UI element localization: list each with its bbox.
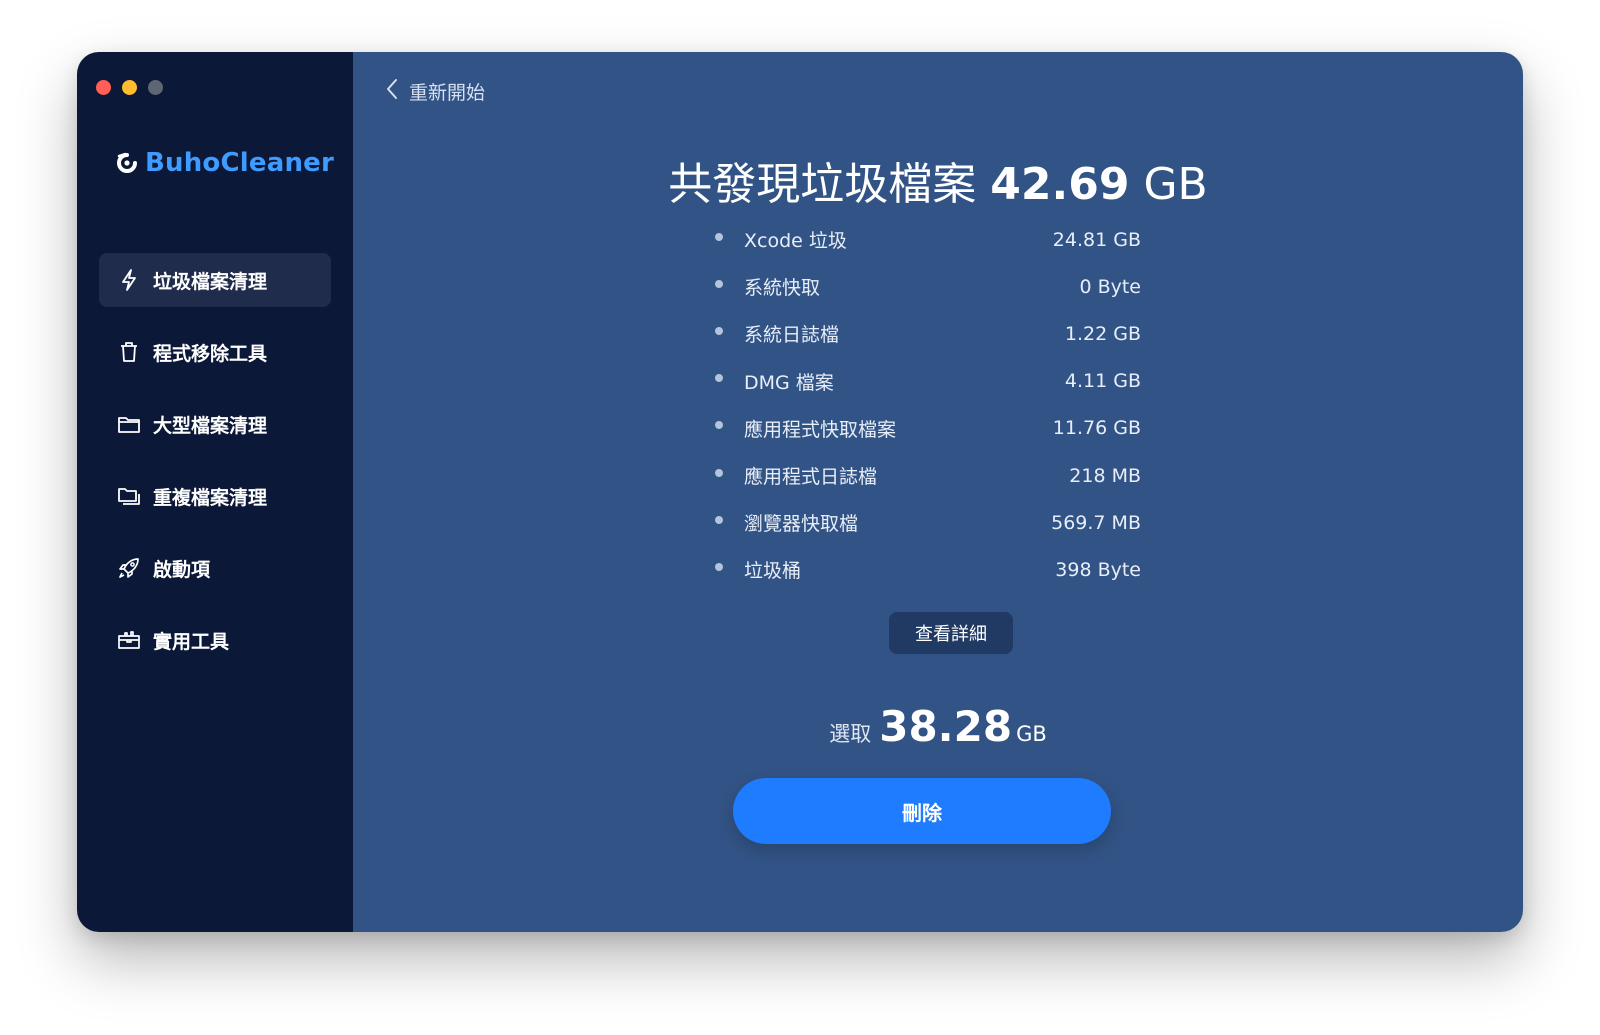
item-size: 569.7 MB [1051, 511, 1141, 534]
list-item[interactable]: 垃圾桶 398 Byte [709, 546, 1141, 593]
delete-button[interactable]: 刪除 [733, 778, 1111, 844]
brand-logo: BuhoCleaner [115, 148, 334, 178]
lightning-icon [117, 268, 141, 292]
sidebar-item-label: 實用工具 [153, 630, 230, 653]
item-label: 系統日誌檔 [744, 324, 840, 347]
sidebar-item-duplicate-files[interactable]: 重複檔案清理 [99, 469, 331, 523]
item-label: 應用程式日誌檔 [744, 466, 878, 489]
item-size: 398 Byte [1055, 558, 1141, 581]
chevron-left-icon [385, 78, 399, 105]
minimize-window-button[interactable] [122, 80, 137, 95]
app-window: BuhoCleaner 垃圾檔案清理 程式移除工具 大型檔案清理 重複檔案清理 … [77, 52, 1523, 932]
item-size: 218 MB [1069, 464, 1141, 487]
bullet-dot [715, 468, 723, 477]
folder-icon [117, 412, 141, 436]
list-item[interactable]: DMG 檔案 4.11 GB [709, 358, 1141, 405]
list-item[interactable]: Xcode 垃圾 24.81 GB [709, 216, 1141, 263]
sidebar-nav: 垃圾檔案清理 程式移除工具 大型檔案清理 重複檔案清理 啟動項 實用工具 [99, 253, 331, 685]
total-junk-size: 42.69 [990, 159, 1130, 210]
rocket-icon [117, 556, 141, 580]
item-size: 11.76 GB [1052, 417, 1141, 440]
item-label: Xcode 垃圾 [744, 230, 847, 253]
selected-label: 選取 [829, 722, 872, 746]
view-details-button[interactable]: 查看詳細 [889, 612, 1013, 654]
bullet-dot [715, 326, 723, 335]
sidebar-item-label: 啟動項 [153, 558, 211, 581]
list-item[interactable]: 應用程式快取檔案 11.76 GB [709, 405, 1141, 452]
list-item[interactable]: 系統快取 0 Byte [709, 263, 1141, 310]
toolbox-icon [117, 628, 141, 652]
sidebar-item-app-uninstaller[interactable]: 程式移除工具 [99, 325, 331, 379]
list-item[interactable]: 瀏覽器快取檔 569.7 MB [709, 499, 1141, 546]
bullet-dot [715, 374, 723, 383]
bullet-dot [715, 232, 723, 241]
trash-icon [117, 340, 141, 364]
item-size: 4.11 GB [1064, 370, 1141, 393]
item-label: 瀏覽器快取檔 [744, 513, 859, 536]
window-controls [96, 80, 163, 95]
sidebar-item-large-files[interactable]: 大型檔案清理 [99, 397, 331, 451]
item-label: 應用程式快取檔案 [744, 418, 897, 441]
bullet-dot [715, 279, 723, 288]
buho-logo-icon [115, 151, 139, 175]
item-label: 垃圾桶 [744, 560, 802, 583]
selected-unit: GB [1016, 722, 1047, 746]
headline-prefix: 共發現垃圾檔案 [668, 159, 977, 210]
sidebar: BuhoCleaner 垃圾檔案清理 程式移除工具 大型檔案清理 重複檔案清理 … [77, 52, 353, 932]
total-junk-unit: GB [1143, 159, 1208, 210]
item-size: 0 Byte [1079, 275, 1141, 298]
close-window-button[interactable] [96, 80, 111, 95]
brand-name: BuhoCleaner [145, 148, 335, 178]
item-label: DMG 檔案 [744, 371, 834, 394]
duplicate-folder-icon [117, 484, 141, 508]
main-panel: 重新開始 共發現垃圾檔案 42.69 GB Xcode 垃圾 24.81 GB 系… [353, 52, 1523, 932]
scan-result-headline: 共發現垃圾檔案 42.69 GB [353, 148, 1523, 212]
item-size: 24.81 GB [1052, 228, 1141, 251]
selected-size-summary: 選取 38.28 GB [353, 702, 1523, 751]
bullet-dot [715, 562, 723, 571]
sidebar-item-label: 垃圾檔案清理 [153, 270, 268, 293]
sidebar-item-label: 程式移除工具 [153, 342, 268, 365]
back-label: 重新開始 [409, 82, 486, 104]
bullet-dot [715, 421, 723, 430]
bullet-dot [715, 515, 723, 524]
item-size: 1.22 GB [1064, 322, 1141, 345]
sidebar-item-label: 大型檔案清理 [153, 414, 268, 437]
item-label: 系統快取 [744, 277, 821, 300]
sidebar-item-toolkit[interactable]: 實用工具 [99, 613, 331, 667]
sidebar-item-junk-cleaner[interactable]: 垃圾檔案清理 [99, 253, 331, 307]
list-item[interactable]: 應用程式日誌檔 218 MB [709, 452, 1141, 499]
junk-category-list: Xcode 垃圾 24.81 GB 系統快取 0 Byte 系統日誌檔 1.22 GB… [709, 216, 1141, 594]
sidebar-item-label: 重複檔案清理 [153, 486, 268, 509]
sidebar-item-startup-items[interactable]: 啟動項 [99, 541, 331, 595]
zoom-window-button[interactable] [148, 80, 163, 95]
selected-size: 38.28 [879, 702, 1013, 751]
list-item[interactable]: 系統日誌檔 1.22 GB [709, 310, 1141, 357]
back-button[interactable]: 重新開始 [385, 78, 485, 105]
